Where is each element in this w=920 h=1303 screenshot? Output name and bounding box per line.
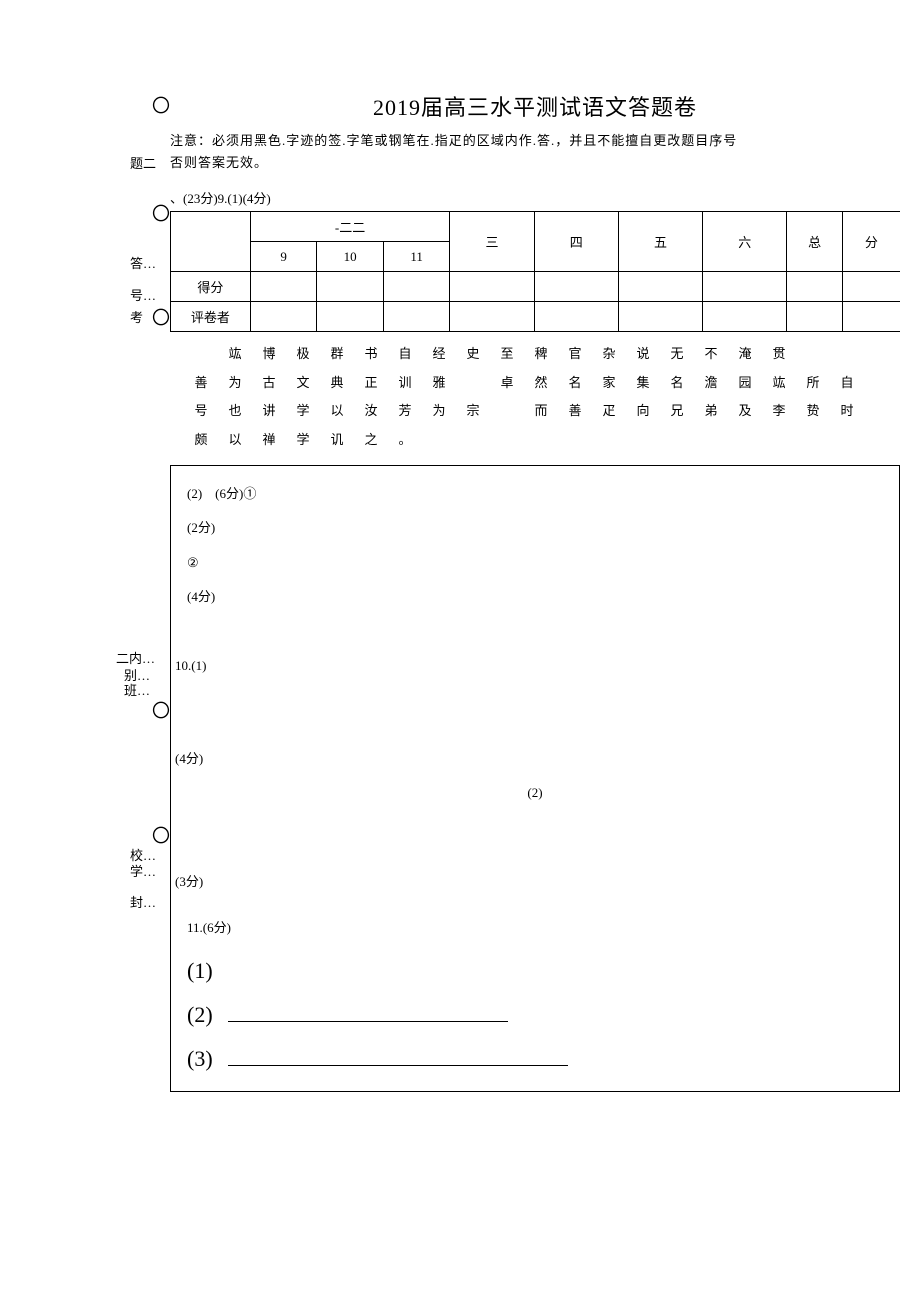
- table-header-blank: [171, 212, 251, 272]
- q11-sub2: (2): [187, 993, 883, 1037]
- marker-cell[interactable]: [703, 302, 787, 332]
- side-label-da: 答…: [130, 253, 156, 272]
- score-cell[interactable]: [787, 272, 842, 302]
- blank-row[interactable]: [187, 618, 883, 646]
- score-table: -二二 三 四 五 六 总 分 9 10 11 得分: [170, 211, 900, 332]
- side-label-hao: 号…: [130, 285, 156, 304]
- marker-cell[interactable]: [842, 302, 900, 332]
- q9-2-circ2: ②: [187, 549, 883, 578]
- text-line-3: 号也讲学以汝芳为宗而善疋向兄弟及李贽时: [184, 397, 886, 426]
- blank-row[interactable]: [187, 814, 883, 862]
- table-header-four: 四: [534, 212, 618, 272]
- score-cell[interactable]: [842, 272, 900, 302]
- classical-text-block: 竑博极群书自经史至稗官杂说无不淹贯 善为古文典正训雅卓然名家集名澹园竑所自 号也…: [184, 340, 886, 454]
- table-row: 得分: [171, 272, 901, 302]
- main-content: 2019届高三水平测试语文答题卷 注意：必须用黑色.字迹的签.字笔或钢笔在.指疋…: [170, 90, 900, 1092]
- answer-area-frame: (2) (6分)① (2分) ② (4分) 10.(1) (4分) (2) (3…: [170, 465, 900, 1092]
- marker-cell[interactable]: [317, 302, 384, 332]
- side-label-xue: 学…: [130, 861, 156, 880]
- score-cell[interactable]: [317, 272, 384, 302]
- marker-cell[interactable]: [787, 302, 842, 332]
- q10-1-label: 10.(1): [175, 652, 883, 681]
- q11-label: 11.(6分): [187, 914, 883, 943]
- points-4: (4分): [187, 583, 883, 612]
- side-label-feng: 封…: [130, 892, 156, 911]
- q9-2-label: (2) (6分)①: [187, 480, 883, 509]
- q10-2-label: (2): [187, 779, 883, 808]
- table-header-score: 分: [842, 212, 900, 272]
- row-label-score: 得分: [171, 272, 251, 302]
- table-subheader-11: 11: [383, 242, 450, 272]
- row-label-marker: 评卷者: [171, 302, 251, 332]
- marker-cell[interactable]: [618, 302, 702, 332]
- table-header-three: 三: [450, 212, 534, 272]
- side-label-ban: 班…: [124, 680, 150, 699]
- side-label-ti2: 题二: [130, 153, 156, 172]
- notice-line-2: 否则答案无效。: [170, 152, 900, 174]
- table-subheader-10: 10: [317, 242, 384, 272]
- points-3: (3分): [175, 868, 883, 897]
- table-header-total: 总: [787, 212, 842, 272]
- section-heading: 、(23分)9.(1)(4分): [170, 188, 900, 207]
- score-cell[interactable]: [450, 272, 534, 302]
- score-cell[interactable]: [250, 272, 317, 302]
- page-title: 2019届高三水平测试语文答题卷: [170, 90, 900, 122]
- points-2: (2分): [187, 514, 883, 543]
- q11-sub3: (3): [187, 1037, 883, 1081]
- blank-row: [187, 902, 883, 908]
- table-row: 评卷者: [171, 302, 901, 332]
- marker-cell[interactable]: [250, 302, 317, 332]
- table-row: -二二 三 四 五 六 总 分: [171, 212, 901, 242]
- table-header-six: 六: [703, 212, 787, 272]
- answer-blank-line[interactable]: [228, 1021, 508, 1022]
- notice-line-1: 注意：必须用黑色.字迹的签.字笔或钢笔在.指疋的区域内作.答.，并且不能擅自更改…: [170, 130, 900, 152]
- table-subheader-9: 9: [250, 242, 317, 272]
- marker-cell[interactable]: [383, 302, 450, 332]
- binding-circle-icon: 〇: [152, 304, 170, 330]
- binding-circle-icon: 〇: [152, 92, 170, 118]
- binding-circle-icon: 〇: [152, 697, 170, 723]
- points-4-b: (4分): [175, 745, 883, 774]
- score-cell[interactable]: [618, 272, 702, 302]
- table-header-two: -二二: [250, 212, 450, 242]
- blank-row[interactable]: [187, 687, 883, 739]
- text-line-2: 善为古文典正训雅卓然名家集名澹园竑所自: [184, 369, 886, 398]
- table-header-five: 五: [618, 212, 702, 272]
- score-cell[interactable]: [383, 272, 450, 302]
- marker-cell[interactable]: [534, 302, 618, 332]
- binding-circle-icon: 〇: [152, 200, 170, 226]
- side-label-kao: 考: [130, 307, 143, 326]
- text-line-4: 颇以禅学讥之。: [184, 426, 886, 455]
- answer-blank-line[interactable]: [228, 1065, 568, 1066]
- left-binding-margin: 〇 题二 〇 答… 号… 考 〇 二内… 别… 班… 〇 〇 校… 学… 封…: [0, 0, 170, 1303]
- text-line-1: 竑博极群书自经史至稗官杂说无不淹贯: [184, 340, 886, 369]
- q11-sub1: (1): [187, 949, 883, 993]
- marker-cell[interactable]: [450, 302, 534, 332]
- score-cell[interactable]: [703, 272, 787, 302]
- notice-block: 注意：必须用黑色.字迹的签.字笔或钢笔在.指疋的区域内作.答.，并且不能擅自更改…: [170, 130, 900, 174]
- score-cell[interactable]: [534, 272, 618, 302]
- page: 〇 题二 〇 答… 号… 考 〇 二内… 别… 班… 〇 〇 校… 学… 封… …: [0, 0, 920, 1303]
